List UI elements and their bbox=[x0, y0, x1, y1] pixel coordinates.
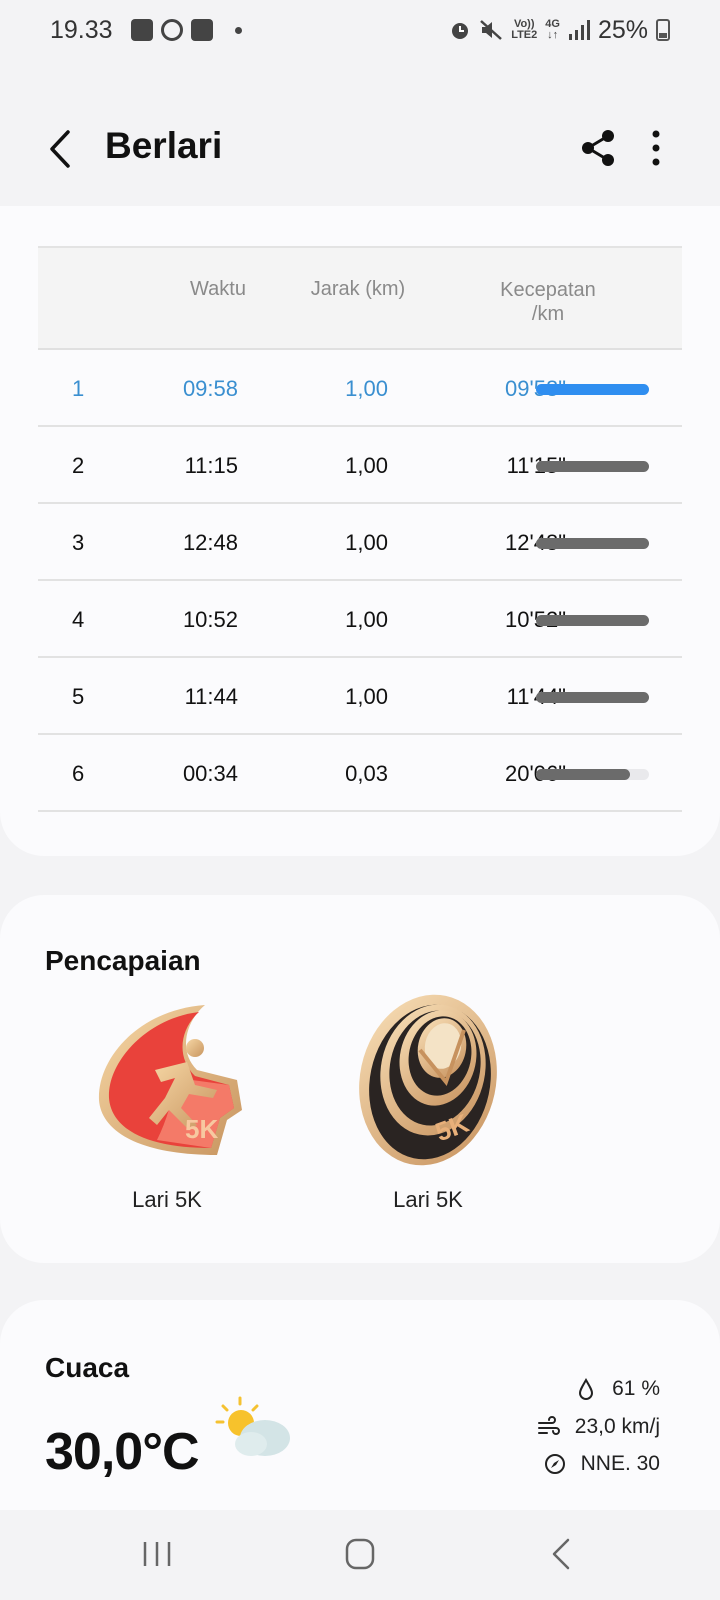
header-time: Waktu bbox=[190, 278, 246, 300]
split-distance: 1,00 bbox=[345, 530, 388, 555]
alarm-icon bbox=[452, 23, 469, 39]
whatsapp-notification-icon bbox=[160, 19, 183, 41]
battery-percent: 25% bbox=[597, 15, 648, 44]
system-back-button[interactable] bbox=[532, 1530, 592, 1578]
recent-apps-button[interactable] bbox=[128, 1530, 188, 1578]
split-row: 600:340,0320'06" bbox=[38, 735, 682, 812]
share-button[interactable] bbox=[578, 126, 618, 170]
pace-bar-fill bbox=[536, 615, 649, 626]
achievements-card: Pencapaian 5K Lari 5K 5K Lari 5K bbox=[0, 895, 720, 1263]
page-title: Berlari bbox=[105, 125, 223, 166]
split-distance: 0,03 bbox=[345, 761, 388, 786]
status-bar: 19.33 Vo)) LTE2 4G ↓↑ 25% bbox=[0, 0, 720, 60]
samsung-notification-icon bbox=[190, 19, 213, 41]
achievements-title: Pencapaian bbox=[45, 945, 201, 976]
split-row: 211:151,0011'15" bbox=[38, 427, 682, 504]
volte-indicator: Vo)) LTE2 bbox=[511, 18, 538, 41]
achievement-badge[interactable]: 5K Lari 5K bbox=[77, 990, 257, 1213]
splits-rows: 109:581,0009'58"211:151,0011'15"312:481,… bbox=[38, 350, 682, 812]
more-notifications-dot-icon bbox=[234, 26, 242, 34]
split-lap-number: 2 bbox=[72, 453, 85, 478]
pace-bar-track bbox=[536, 384, 649, 395]
pace-bar-track bbox=[536, 769, 649, 780]
partly-cloudy-icon bbox=[215, 1396, 290, 1456]
running-5k-badge-icon: 5K bbox=[98, 1005, 243, 1155]
spiral-5k-badge-icon: 5K bbox=[359, 994, 497, 1166]
pace-bar-fill bbox=[536, 461, 649, 472]
wind-direction-row: NNE. 30 bbox=[543, 1452, 660, 1476]
splits-table-header: Waktu Jarak (km) Kecepatan /km bbox=[38, 246, 682, 350]
battery-icon bbox=[656, 19, 670, 41]
pace-bar-fill bbox=[536, 384, 649, 395]
splits-table: Waktu Jarak (km) Kecepatan /km 1 09:58 1,0… bbox=[38, 246, 682, 812]
weather-title: Cuaca bbox=[45, 1352, 130, 1383]
split-lap-number: 6 bbox=[72, 761, 85, 786]
achievement-label: Lari 5K bbox=[393, 1187, 463, 1212]
pace-bar-track bbox=[536, 461, 649, 472]
split-row: 312:481,0012'48" bbox=[38, 504, 682, 581]
split-row: 511:441,0011'44" bbox=[38, 658, 682, 735]
split-row: 109:581,0009'58" bbox=[38, 350, 682, 427]
signal-icon bbox=[568, 20, 590, 40]
humidity-drop-icon bbox=[579, 1377, 594, 1400]
wind-direction-value: NNE. 30 bbox=[580, 1452, 660, 1475]
pace-bar-track bbox=[536, 615, 649, 626]
data-indicator: 4G ↓↑ bbox=[545, 18, 560, 41]
pace-bar-fill bbox=[536, 769, 630, 780]
pace-bar-track bbox=[536, 692, 649, 703]
split-lap-number: 5 bbox=[72, 684, 85, 709]
achievement-badge[interactable]: 5K Lari 5K bbox=[338, 990, 518, 1213]
pace-bar-track bbox=[536, 538, 649, 549]
system-nav-bar bbox=[0, 1510, 720, 1600]
split-distance: 1,00 bbox=[345, 376, 388, 401]
status-right: Vo)) LTE2 4G ↓↑ 25% bbox=[449, 16, 670, 45]
split-distance: 1,00 bbox=[345, 607, 388, 632]
split-lap-number: 3 bbox=[72, 530, 85, 555]
split-row: 410:521,0010'52" bbox=[38, 581, 682, 658]
header-distance: Jarak (km) bbox=[310, 278, 406, 300]
split-time: 09:58 bbox=[182, 376, 238, 401]
more-options-button[interactable] bbox=[646, 126, 666, 170]
split-time: 12:48 bbox=[182, 530, 238, 555]
wind-speed-row: 23,0 km/j bbox=[537, 1415, 660, 1439]
gallery-notification-icon bbox=[130, 19, 153, 41]
wind-icon bbox=[537, 1416, 560, 1435]
home-button[interactable] bbox=[330, 1530, 390, 1578]
temperature: 30,0°C bbox=[45, 1423, 200, 1481]
split-time: 10:52 bbox=[182, 607, 238, 632]
humidity-row: 61 % bbox=[574, 1377, 660, 1401]
app-bar: Berlari bbox=[0, 100, 720, 200]
achievement-label: Lari 5K bbox=[132, 1187, 202, 1212]
compass-icon bbox=[544, 1454, 565, 1474]
back-button[interactable] bbox=[42, 124, 82, 174]
pace-bar-fill bbox=[536, 692, 649, 703]
mute-icon bbox=[480, 20, 503, 40]
pace-bar-fill bbox=[536, 538, 649, 549]
humidity-value: 61 % bbox=[612, 1377, 660, 1400]
split-distance: 1,00 bbox=[345, 453, 388, 478]
split-time: 11:15 bbox=[184, 453, 238, 478]
wind-speed-value: 23,0 km/j bbox=[574, 1415, 660, 1438]
split-time: 11:44 bbox=[184, 684, 238, 709]
status-left: 19.33 bbox=[50, 16, 242, 45]
split-lap-number: 1 bbox=[72, 376, 85, 401]
split-distance: 1,00 bbox=[345, 684, 388, 709]
splits-card: Waktu Jarak (km) Kecepatan /km 1 09:58 1,0… bbox=[0, 206, 720, 856]
split-time: 00:34 bbox=[182, 761, 238, 786]
svg-text:5K: 5K bbox=[185, 1114, 218, 1144]
status-time: 19.33 bbox=[50, 15, 113, 44]
split-lap-number: 4 bbox=[72, 607, 85, 632]
header-pace: Kecepatan /km bbox=[500, 279, 596, 325]
